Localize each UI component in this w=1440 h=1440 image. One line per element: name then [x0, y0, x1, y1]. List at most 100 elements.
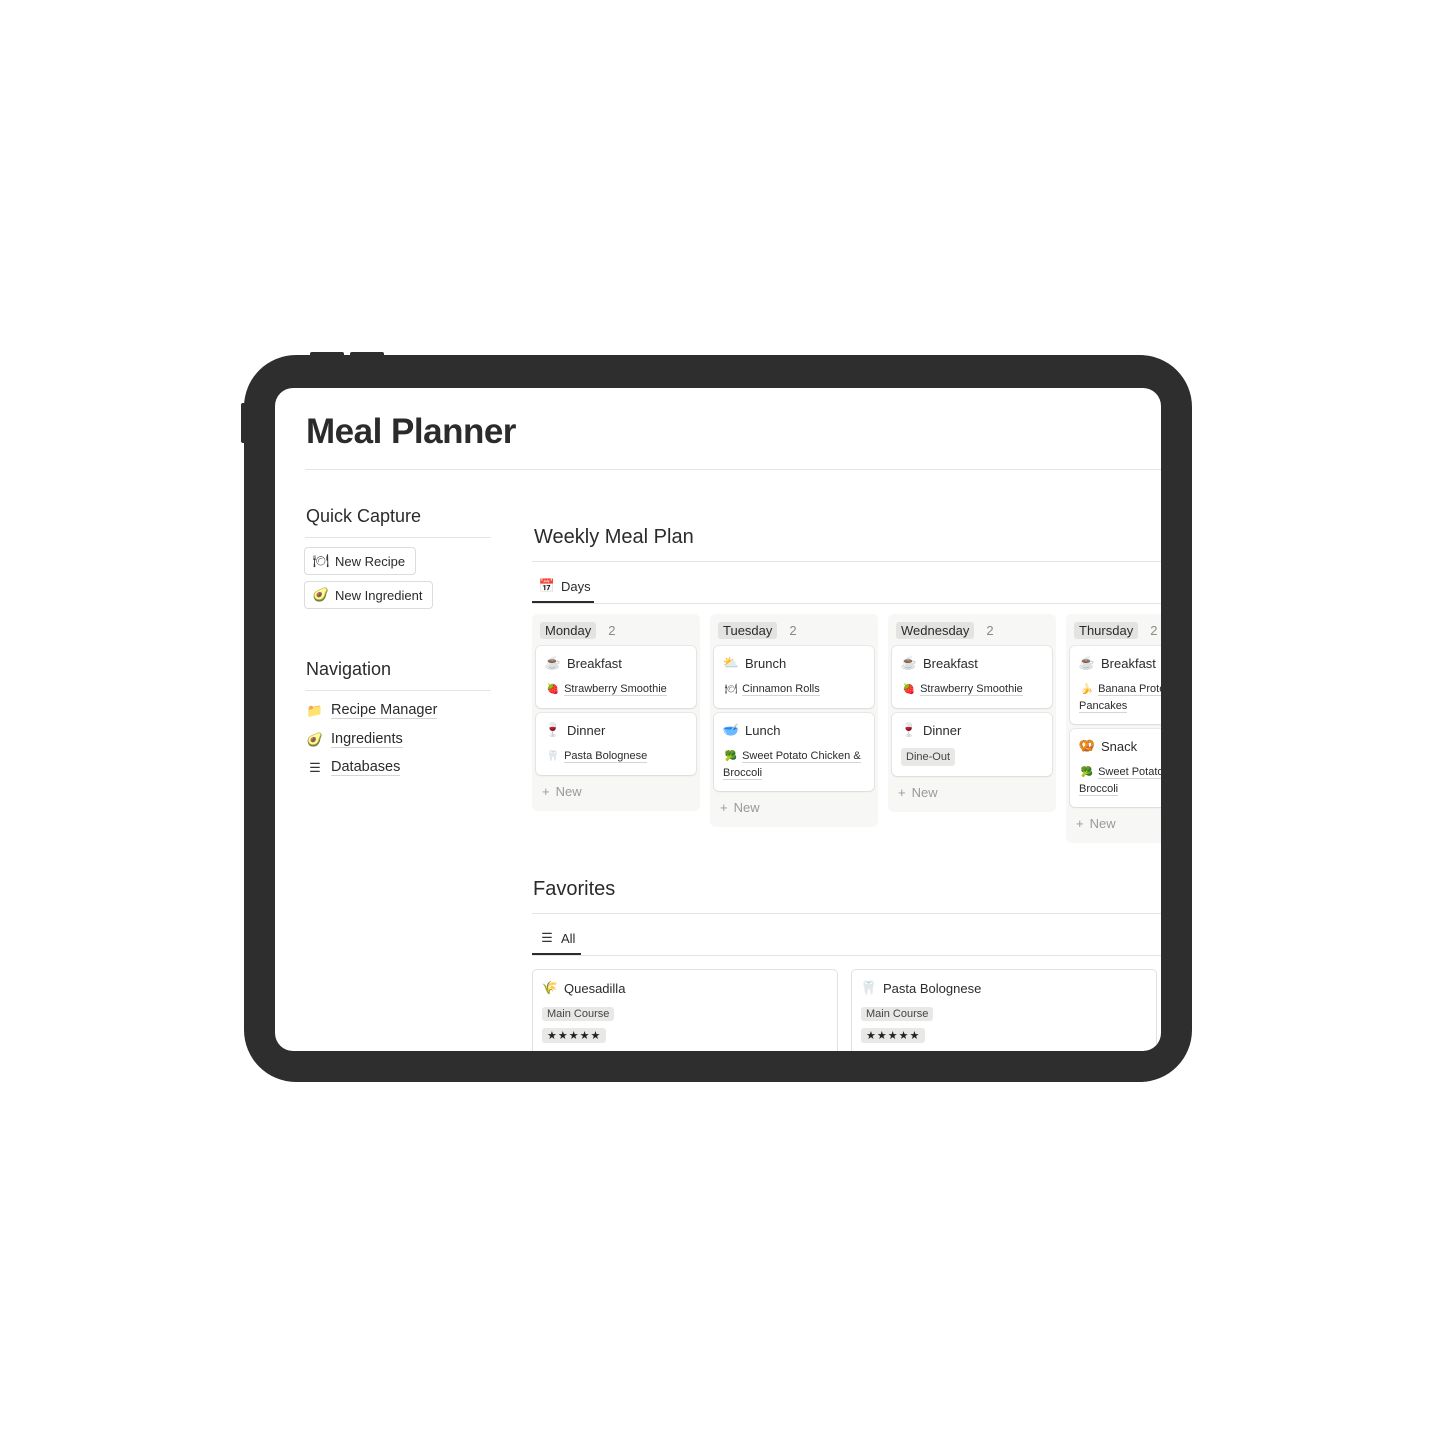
- button-label: New Ingredient: [335, 587, 423, 603]
- recipe-link[interactable]: Sweet Potato Chicken & Broccoli: [723, 750, 861, 780]
- rating-stars: ★★★★★: [861, 1028, 926, 1043]
- meal-card[interactable]: 🥣 Lunch 🥦 Sweet Potato Chicken & Broccoli: [714, 713, 874, 791]
- divider: [305, 469, 1161, 470]
- meal-name: Snack: [1101, 738, 1138, 754]
- category-tag: Main Course: [861, 1007, 934, 1021]
- meal-card[interactable]: ☕ Breakfast 🍓 Strawberry Smoothie: [536, 646, 696, 708]
- divider: [532, 561, 1161, 562]
- fork-plate-icon: 🍽: [312, 553, 330, 568]
- divider: [532, 955, 1161, 956]
- column-label: Monday: [540, 621, 597, 639]
- divider: [305, 690, 491, 691]
- divider: [305, 537, 491, 538]
- avocado-icon: 🥑: [312, 587, 330, 602]
- new-ingredient-button[interactable]: 🥑 New Ingredient: [304, 581, 434, 609]
- recipe-link[interactable]: Cinnamon Rolls: [742, 683, 820, 696]
- broccoli-icon: 🥦: [1080, 767, 1094, 778]
- meal-name: Lunch: [745, 722, 781, 738]
- meal-card[interactable]: 🥨Snack🥦 Sweet Potato Chicken & Broccoli: [1070, 729, 1161, 807]
- nav-ingredients[interactable]: 🥑 Ingredients: [307, 731, 403, 748]
- button-label: New Recipe: [335, 553, 406, 569]
- new-label: New: [1089, 816, 1116, 831]
- recipe-link[interactable]: Strawberry Smoothie: [920, 683, 1023, 696]
- column-count: 2: [789, 622, 797, 638]
- plus-icon: +: [1076, 816, 1084, 831]
- new-label: New: [733, 800, 760, 815]
- sun-cloud-icon: ⛅: [722, 655, 740, 670]
- board-column-wednesday: Wednesday 2 ☕ Breakfast 🍓 Strawberry Smooth…: [888, 614, 1056, 812]
- tab-label: All: [561, 930, 576, 946]
- fork-plate-icon: 🍽: [724, 684, 738, 695]
- meal-card[interactable]: ☕Breakfast🍌 Banana Protein Pancakes: [1070, 646, 1161, 724]
- favorite-card[interactable]: 🦷 Pasta Bolognese Main Course ★★★★★: [851, 969, 1157, 1051]
- tab-all[interactable]: ☰ All: [539, 930, 575, 946]
- database-icon: ☰: [309, 759, 321, 775]
- nav-databases[interactable]: ☰ Databases: [307, 759, 401, 776]
- new-recipe-button[interactable]: 🍽 New Recipe: [304, 547, 417, 575]
- plus-icon: +: [720, 800, 728, 815]
- board-column-monday: Monday 2 ☕ Breakfast 🍓 Strawberry Smoothie …: [532, 614, 700, 811]
- new-label: New: [555, 784, 582, 799]
- recipe-title: Quesadilla: [564, 980, 626, 996]
- coffee-icon: ☕: [1078, 655, 1096, 670]
- screen: Meal Planner Quick Capture 🍽 New Recipe 🥑…: [275, 388, 1161, 1051]
- wine-icon: 🍷: [544, 722, 562, 737]
- board-column-tuesday: Tuesday 2 ⛅ Brunch 🍽 Cinnamon Rolls 🥣 Lunch 🥦…: [710, 614, 878, 827]
- nav-label: Ingredients: [331, 731, 403, 748]
- weekly-meal-plan-heading: Weekly Meal Plan: [534, 526, 694, 548]
- new-card-button[interactable]: + New: [1070, 812, 1161, 835]
- meal-name: Dinner: [567, 722, 606, 738]
- nav-label: Databases: [331, 759, 401, 776]
- strawberry-icon: 🍓: [902, 684, 916, 695]
- column-label: Tuesday: [718, 621, 778, 639]
- recipe-link[interactable]: Pasta Bolognese: [564, 750, 648, 763]
- divider: [532, 603, 1161, 604]
- broccoli-icon: 🥦: [724, 751, 738, 762]
- coffee-icon: ☕: [544, 655, 562, 670]
- new-card-button[interactable]: + New: [892, 781, 1052, 804]
- meal-name: Dinner: [923, 722, 962, 738]
- avocado-icon: 🥑: [306, 731, 324, 747]
- column-count: 2: [986, 622, 994, 638]
- meal-card[interactable]: 🍷 Dinner 🦷 Pasta Bolognese: [536, 713, 696, 775]
- banana-icon: 🍌: [1080, 684, 1094, 695]
- bowl-icon: 🥣: [722, 722, 740, 737]
- wheat-icon: 🌾: [541, 980, 559, 995]
- dine-out-tag: Dine-Out: [901, 748, 956, 766]
- folder-icon: 📁: [306, 702, 324, 718]
- column-count: 2: [608, 622, 616, 638]
- meal-card[interactable]: ☕ Breakfast 🍓 Strawberry Smoothie: [892, 646, 1052, 708]
- tooth-icon: 🦷: [860, 980, 878, 995]
- calendar-icon: 📅: [538, 578, 556, 593]
- meal-name: Brunch: [745, 655, 787, 671]
- rating-stars: ★★★★★: [542, 1028, 607, 1043]
- column-label: Wednesday: [896, 621, 975, 639]
- strawberry-icon: 🍓: [546, 684, 560, 695]
- favorites-heading: Favorites: [533, 878, 616, 900]
- meal-name: Breakfast: [567, 655, 622, 671]
- plus-icon: +: [542, 784, 550, 799]
- meal-card[interactable]: ⛅ Brunch 🍽 Cinnamon Rolls: [714, 646, 874, 708]
- tab-days[interactable]: 📅 Days: [539, 578, 591, 594]
- quick-capture-heading: Quick Capture: [306, 506, 422, 526]
- nav-recipe-manager[interactable]: 📁 Recipe Manager: [306, 702, 438, 719]
- favorite-card[interactable]: 🌾 Quesadilla Main Course ★★★★★: [532, 969, 838, 1051]
- divider: [532, 913, 1161, 914]
- tab-label: Days: [561, 578, 591, 594]
- plus-icon: +: [898, 785, 906, 800]
- coffee-icon: ☕: [900, 655, 918, 670]
- board-column-thursday: Thursday2 ☕Breakfast🍌 Banana Protein Pan…: [1066, 614, 1161, 843]
- meal-card[interactable]: 🍷 Dinner Dine-Out: [892, 713, 1052, 776]
- new-card-button[interactable]: + New: [714, 796, 874, 819]
- new-card-button[interactable]: + New: [536, 780, 696, 803]
- new-label: New: [911, 785, 938, 800]
- meal-name: Breakfast: [923, 655, 978, 671]
- tooth-icon: 🦷: [546, 751, 560, 762]
- pretzel-icon: 🥨: [1078, 738, 1096, 753]
- column-label: Thursday: [1074, 621, 1139, 639]
- meal-name: Breakfast: [1101, 655, 1156, 671]
- wine-icon: 🍷: [900, 722, 918, 737]
- nav-label: Recipe Manager: [331, 702, 438, 719]
- navigation-heading: Navigation: [306, 659, 392, 679]
- recipe-link[interactable]: Strawberry Smoothie: [564, 683, 667, 696]
